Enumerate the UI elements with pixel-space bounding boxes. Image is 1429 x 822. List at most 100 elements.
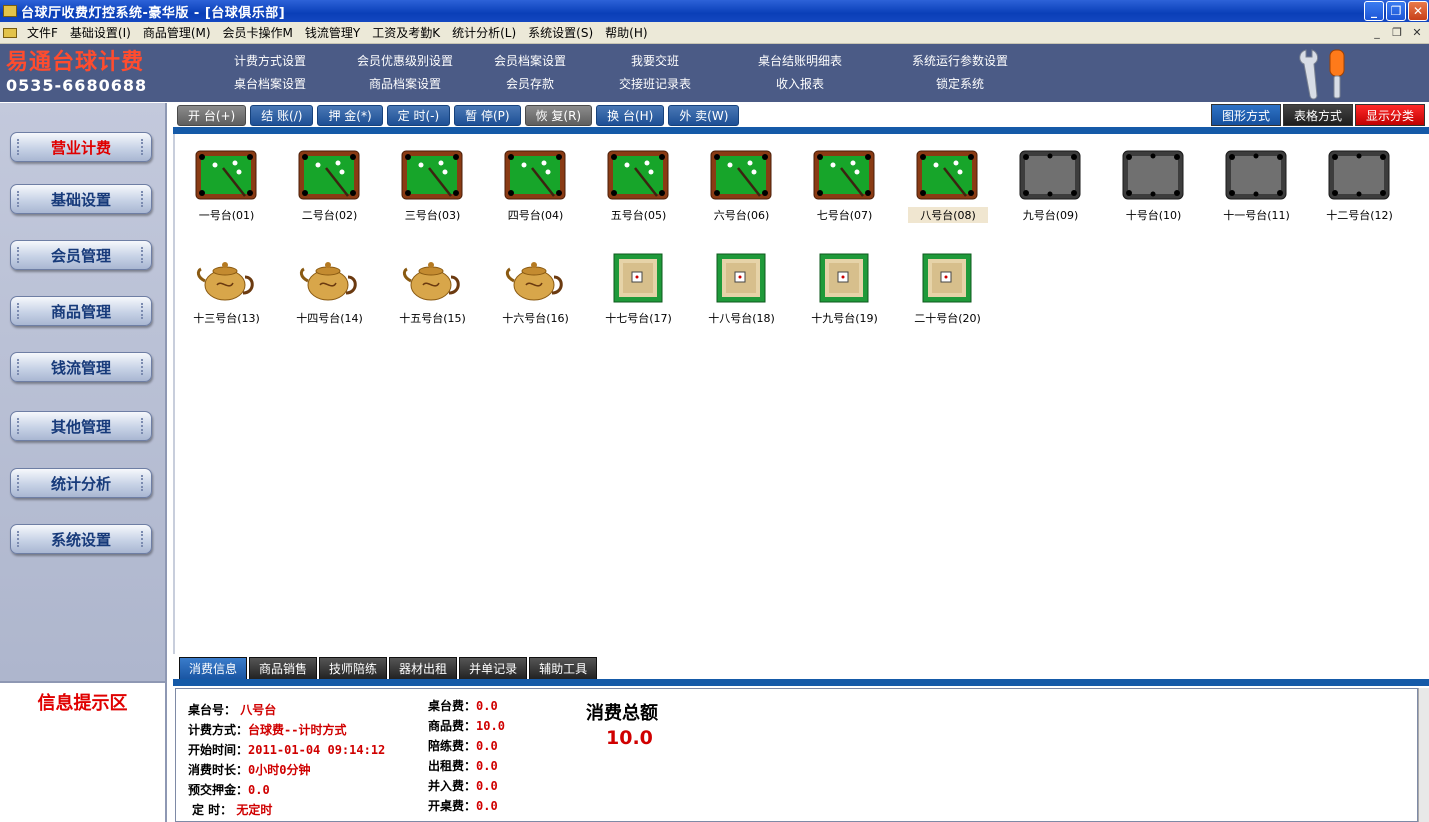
brand-name: 易通台球计费 — [6, 50, 145, 75]
link-table-checkout-detail[interactable]: 桌台结账明细表 — [720, 52, 880, 69]
link-income-report[interactable]: 收入报表 — [720, 75, 880, 92]
link-member-profile[interactable]: 会员档案设置 — [470, 52, 590, 69]
table-view-button[interactable]: 表格方式 — [1282, 104, 1353, 126]
graphic-view-button[interactable]: 图形方式 — [1210, 104, 1281, 126]
table-item[interactable]: 十五号台(15) — [381, 237, 484, 327]
tab-goods-sales[interactable]: 商品销售 — [249, 657, 318, 679]
tab-coach[interactable]: 技师陪练 — [319, 657, 388, 679]
table-item[interactable]: 十一号台(11) — [1205, 134, 1308, 224]
sidebar-item-system[interactable]: 系统设置 — [10, 524, 152, 554]
pause-button[interactable]: 暂 停(P) — [454, 104, 521, 126]
tab-merge-records[interactable]: 并单记录 — [459, 657, 528, 679]
minimize-button[interactable]: _ — [1364, 1, 1384, 21]
link-shift-handover[interactable]: 我要交班 — [590, 52, 720, 69]
table-item[interactable]: 十三号台(13) — [175, 237, 278, 327]
menu-member-card[interactable]: 会员卡操作M — [217, 24, 299, 41]
table-label: 四号台(04) — [507, 209, 564, 222]
table-label: 十七号台(17) — [605, 312, 672, 325]
open-table-button[interactable]: 开 台(+) — [177, 104, 247, 126]
show-category-button[interactable]: 显示分类 — [1354, 104, 1425, 126]
link-member-discount[interactable]: 会员优惠级别设置 — [340, 52, 470, 69]
link-table-profile[interactable]: 桌台档案设置 — [200, 75, 340, 92]
table-label: 七号台(07) — [816, 209, 873, 222]
table-item[interactable]: 二号台(02) — [278, 134, 381, 224]
link-member-deposit[interactable]: 会员存款 — [470, 75, 590, 92]
title-bar: 台球厅收费灯控系统-豪华版 - [台球俱乐部] _ ❐ ✕ — [0, 0, 1429, 22]
sidebar-item-cash-flow[interactable]: 钱流管理 — [10, 352, 152, 382]
billiard-idle-table-icon — [1225, 150, 1287, 200]
menu-payroll[interactable]: 工资及考勤K — [366, 24, 446, 41]
mdi-restore-button[interactable]: ❐ — [1389, 25, 1405, 39]
link-billing-method[interactable]: 计费方式设置 — [200, 52, 340, 69]
billiard-idle-table-icon — [1328, 150, 1390, 200]
mdi-close-button[interactable]: ✕ — [1409, 25, 1425, 39]
change-table-button[interactable]: 换 台(H) — [596, 104, 665, 126]
sidebar-item-billing[interactable]: 营业计费 — [10, 132, 152, 162]
checkout-button[interactable]: 结 账(/) — [250, 104, 314, 126]
consumption-info-panel: 桌台号： 八号台 计费方式：台球费--计时方式 开始时间：2011-01-04 … — [175, 688, 1418, 822]
timer-button[interactable]: 定 时(-) — [386, 104, 451, 126]
brand-phone: 0535-6680688 — [6, 76, 148, 95]
tab-divider — [173, 679, 1429, 686]
table-label: 六号台(06) — [713, 209, 770, 222]
deposit-button[interactable]: 押 金(*) — [317, 104, 383, 126]
document-icon[interactable] — [3, 27, 17, 38]
table-item[interactable]: 十四号台(14) — [278, 237, 381, 327]
tab-equipment-rental[interactable]: 器材出租 — [389, 657, 458, 679]
billiard-idle-table-icon — [1122, 150, 1184, 200]
menu-goods[interactable]: 商品管理(M) — [137, 24, 217, 41]
sidebar-item-other[interactable]: 其他管理 — [10, 411, 152, 441]
link-shift-records[interactable]: 交接班记录表 — [590, 75, 720, 92]
menu-help[interactable]: 帮助(H) — [599, 24, 653, 41]
menu-basic-settings[interactable]: 基础设置(I) — [64, 24, 137, 41]
tab-aux-tools[interactable]: 辅助工具 — [529, 657, 598, 679]
sidebar-item-member[interactable]: 会员管理 — [10, 240, 152, 270]
tab-consumption-info[interactable]: 消费信息 — [179, 657, 248, 679]
link-lock-system[interactable]: 锁定系统 — [880, 75, 1040, 92]
table-item[interactable]: 四号台(04) — [484, 134, 587, 224]
menu-cash-flow[interactable]: 钱流管理Y — [299, 24, 366, 41]
sidebar-item-basic-settings[interactable]: 基础设置 — [10, 184, 152, 214]
table-item[interactable]: 十八号台(18) — [690, 237, 793, 327]
table-item[interactable]: 七号台(07) — [793, 134, 896, 224]
billiard-active-table-icon — [195, 150, 257, 200]
info-scrollbar[interactable] — [1418, 688, 1429, 822]
restore-button[interactable]: ❐ — [1386, 1, 1406, 21]
table-item[interactable]: 十号台(10) — [1102, 134, 1205, 224]
fee-goods: 商品费：10.0 — [428, 719, 505, 733]
table-item[interactable]: 十二号台(12) — [1308, 134, 1411, 224]
info-deposit: 预交押金：0.0 — [188, 783, 270, 797]
sidebar: 营业计费 基础设置 会员管理 商品管理 钱流管理 其他管理 统计分析 系统设置 — [0, 103, 167, 681]
menu-statistics[interactable]: 统计分析(L) — [446, 24, 522, 41]
table-item[interactable]: 十六号台(16) — [484, 237, 587, 327]
sidebar-item-goods[interactable]: 商品管理 — [10, 296, 152, 326]
table-item[interactable]: 六号台(06) — [690, 134, 793, 224]
menu-system[interactable]: 系统设置(S) — [522, 24, 599, 41]
table-item[interactable]: 五号台(05) — [587, 134, 690, 224]
view-mode-buttons: 图形方式 表格方式 显示分类 — [1210, 104, 1425, 126]
table-item[interactable]: 十九号台(19) — [793, 237, 896, 327]
menu-file[interactable]: 文件F — [21, 24, 64, 41]
table-item[interactable]: 一号台(01) — [175, 134, 278, 224]
table-label: 十一号台(11) — [1223, 209, 1290, 222]
mdi-minimize-button[interactable]: _ — [1369, 25, 1385, 39]
table-item[interactable]: 十七号台(17) — [587, 237, 690, 327]
info-duration: 消费时长：0小时0分钟 — [188, 763, 311, 777]
info-table-no: 桌台号： 八号台 — [188, 703, 277, 717]
table-item[interactable]: 二十号台(20) — [896, 237, 999, 327]
takeaway-button[interactable]: 外 卖(W) — [668, 104, 740, 126]
table-item[interactable]: 三号台(03) — [381, 134, 484, 224]
close-button[interactable]: ✕ — [1408, 1, 1428, 21]
table-item[interactable]: 九号台(09) — [999, 134, 1102, 224]
table-item[interactable]: 八号台(08) — [896, 134, 999, 224]
tools-icon[interactable] — [1296, 46, 1356, 102]
fee-rental: 出租费：0.0 — [428, 759, 498, 773]
sidebar-item-statistics[interactable]: 统计分析 — [10, 468, 152, 498]
link-goods-profile[interactable]: 商品档案设置 — [340, 75, 470, 92]
fee-coach: 陪练费：0.0 — [428, 739, 498, 753]
billiard-active-table-icon — [710, 150, 772, 200]
link-system-params[interactable]: 系统运行参数设置 — [880, 52, 1040, 69]
resume-button[interactable]: 恢 复(R) — [524, 104, 593, 126]
table-label: 一号台(01) — [198, 209, 255, 222]
table-label: 十二号台(12) — [1326, 209, 1393, 222]
